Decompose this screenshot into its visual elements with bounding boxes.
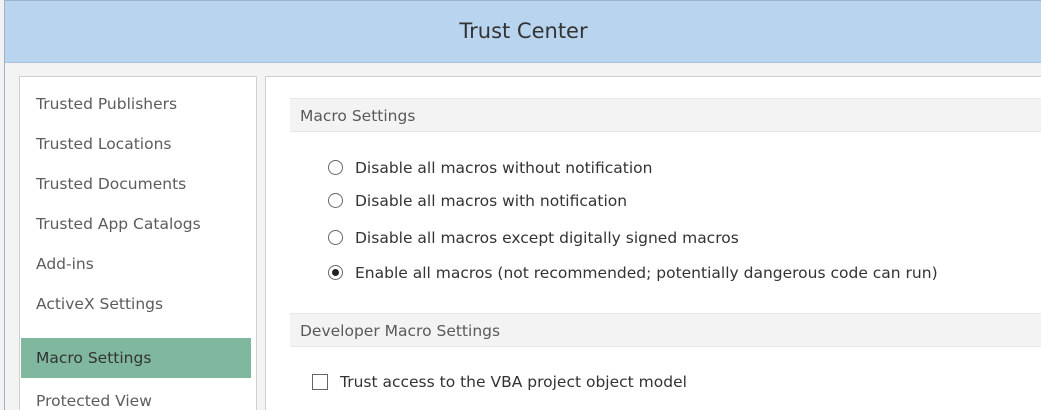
window-title: Trust Center (459, 19, 588, 43)
macro-settings-header: Macro Settings (290, 98, 1041, 132)
option-label: Disable all macros except digitally sign… (355, 229, 739, 247)
radio-button[interactable] (328, 230, 343, 245)
sidebar-item-trusted-publishers[interactable]: Trusted Publishers (21, 84, 251, 124)
sidebar-item-trusted-app-catalogs[interactable]: Trusted App Catalogs (21, 204, 251, 244)
developer-macro-settings-header: Developer Macro Settings (290, 313, 1041, 347)
category-sidebar: Trusted Publishers Trusted Locations Tru… (19, 76, 257, 410)
option-label: Disable all macros without notification (355, 159, 653, 177)
sidebar-item-trusted-locations[interactable]: Trusted Locations (21, 124, 251, 164)
radio-button[interactable] (328, 193, 343, 208)
option-label: Disable all macros with notification (355, 192, 628, 210)
checkbox[interactable] (312, 374, 328, 390)
settings-panel: Macro Settings Disable all macros withou… (265, 76, 1041, 410)
radio-button-selected[interactable] (328, 265, 343, 280)
radio-button[interactable] (328, 160, 343, 175)
sidebar-item-protected-view[interactable]: Protected View (21, 381, 251, 410)
option-label: Enable all macros (not recommended; pote… (355, 264, 938, 282)
sidebar-item-trusted-documents[interactable]: Trusted Documents (21, 164, 251, 204)
sidebar-item-macro-settings[interactable]: Macro Settings (21, 338, 251, 378)
title-bar[interactable]: Trust Center (5, 1, 1041, 63)
sidebar-item-activex-settings[interactable]: ActiveX Settings (21, 284, 251, 324)
checkbox-label: Trust access to the VBA project object m… (340, 373, 687, 391)
sidebar-item-add-ins[interactable]: Add-ins (21, 244, 251, 284)
trust-center-window: Trust Center Trusted Publishers Trusted … (4, 0, 1041, 410)
